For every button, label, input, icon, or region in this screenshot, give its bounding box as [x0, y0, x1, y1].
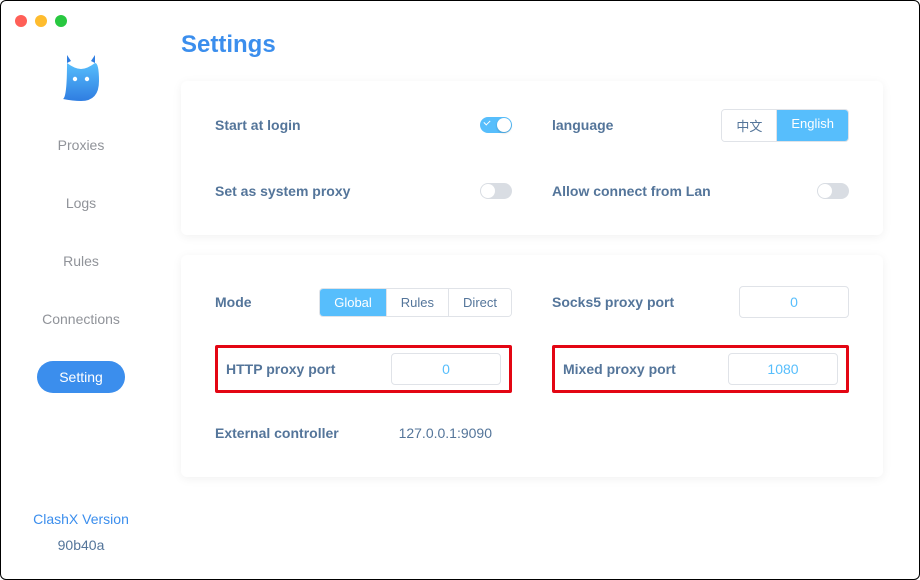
- system-proxy-toggle[interactable]: [480, 183, 512, 199]
- external-controller-label: External controller: [215, 425, 339, 441]
- start-at-login-label: Start at login: [215, 117, 301, 133]
- language-row: language 中文 English: [552, 107, 849, 143]
- socks5-row: Socks5 proxy port: [552, 281, 849, 323]
- sidebar-nav: Proxies Logs Rules Connections Setting: [1, 129, 161, 393]
- system-proxy-label: Set as system proxy: [215, 183, 350, 199]
- window-traffic-lights: [15, 15, 67, 27]
- allow-lan-row: Allow connect from Lan: [552, 173, 849, 209]
- mode-segmented: Global Rules Direct: [319, 288, 512, 317]
- allow-lan-toggle[interactable]: [817, 183, 849, 199]
- allow-lan-label: Allow connect from Lan: [552, 183, 711, 199]
- version-block: ClashX Version 90b40a: [33, 511, 129, 579]
- general-settings-card: Start at login language 中文 English Set a…: [181, 81, 883, 235]
- page-title: Settings: [181, 31, 883, 59]
- sidebar-item-setting[interactable]: Setting: [37, 361, 125, 393]
- external-controller-row: External controller 127.0.0.1:9090: [215, 415, 512, 451]
- socks5-label: Socks5 proxy port: [552, 294, 674, 310]
- version-label: ClashX Version: [33, 511, 129, 527]
- language-option-en[interactable]: English: [776, 110, 848, 141]
- version-value: 90b40a: [33, 537, 129, 553]
- sidebar-item-logs[interactable]: Logs: [44, 187, 118, 219]
- maximize-window-icon[interactable]: [55, 15, 67, 27]
- mixed-port-label: Mixed proxy port: [563, 361, 676, 377]
- http-port-input[interactable]: [391, 353, 501, 385]
- language-label: language: [552, 117, 613, 133]
- sidebar-item-rules[interactable]: Rules: [41, 245, 121, 277]
- external-controller-value: 127.0.0.1:9090: [399, 425, 512, 441]
- sidebar-item-connections[interactable]: Connections: [20, 303, 142, 335]
- sidebar-item-proxies[interactable]: Proxies: [36, 129, 127, 161]
- mode-row: Mode Global Rules Direct: [215, 281, 512, 323]
- mode-option-rules[interactable]: Rules: [386, 289, 448, 316]
- http-port-label: HTTP proxy port: [226, 361, 335, 377]
- socks5-input[interactable]: [739, 286, 849, 318]
- http-port-row: HTTP proxy port: [215, 345, 512, 393]
- minimize-window-icon[interactable]: [35, 15, 47, 27]
- mode-option-global[interactable]: Global: [320, 289, 386, 316]
- mixed-port-row: Mixed proxy port: [552, 345, 849, 393]
- language-option-zh[interactable]: 中文: [722, 110, 776, 141]
- mode-option-direct[interactable]: Direct: [448, 289, 511, 316]
- mode-label: Mode: [215, 294, 252, 310]
- sidebar: Proxies Logs Rules Connections Setting C…: [1, 1, 161, 579]
- start-at-login-row: Start at login: [215, 107, 512, 143]
- mixed-port-input[interactable]: [728, 353, 838, 385]
- language-segmented: 中文 English: [721, 109, 849, 142]
- main-content: Settings Start at login language 中文 Engl…: [161, 1, 919, 579]
- close-window-icon[interactable]: [15, 15, 27, 27]
- system-proxy-row: Set as system proxy: [215, 173, 512, 209]
- start-at-login-toggle[interactable]: [480, 117, 512, 133]
- proxy-settings-card: Mode Global Rules Direct Socks5 proxy po…: [181, 255, 883, 477]
- app-logo: [51, 49, 111, 109]
